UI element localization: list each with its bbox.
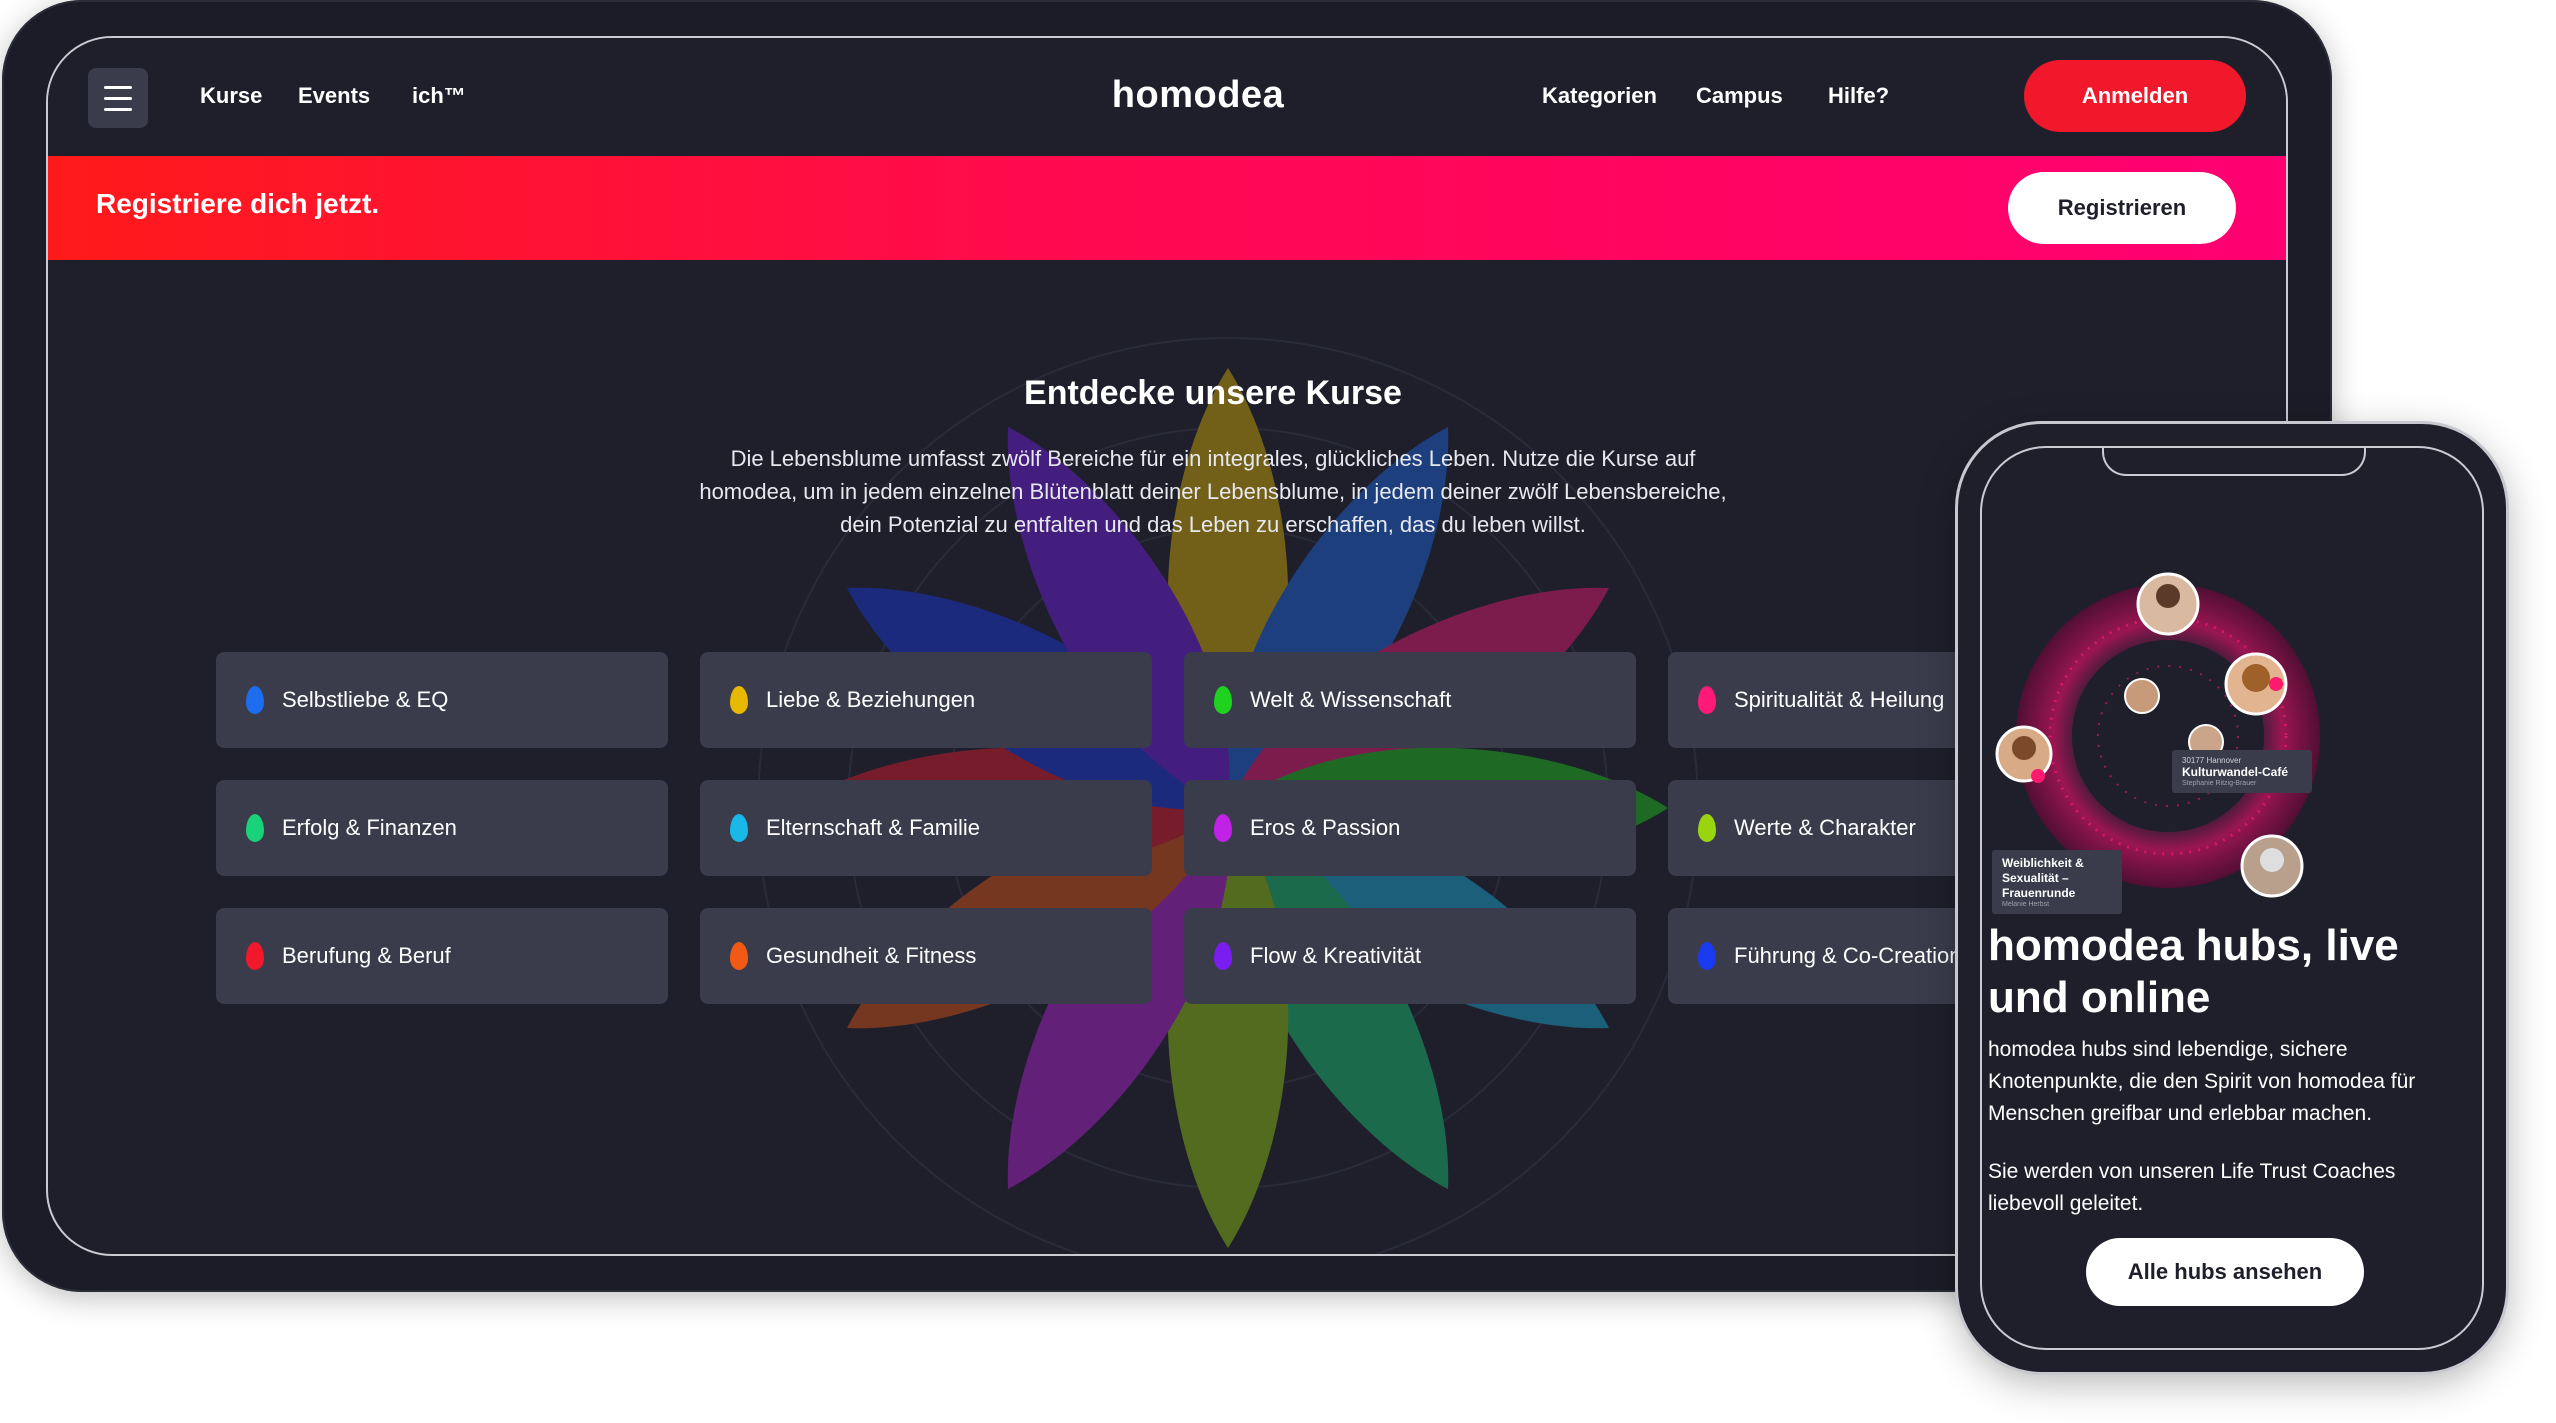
login-button[interactable]: Anmelden [2024,60,2246,132]
leaf-icon [730,814,748,842]
avatar [2240,834,2304,898]
nav-link-kategorien[interactable]: Kategorien [1542,80,1657,112]
all-hubs-button[interactable]: Alle hubs ansehen [2086,1238,2364,1306]
category-label: Führung & Co-Creation [1734,943,1962,968]
hamburger-menu-button[interactable] [88,68,148,128]
leaf-icon [1214,942,1232,970]
nav-link-kurse[interactable]: Kurse [200,80,262,112]
register-button[interactable]: Registrieren [2008,172,2236,244]
courses-description: Die Lebensblume umfasst zwölf Bereiche f… [699,446,1727,537]
category-label: Gesundheit & Fitness [766,943,977,968]
hubs-paragraph-1: homodea hubs sind lebendige, sichere Kno… [1988,1038,2416,1125]
register-banner: Registriere dich jetzt. Registrieren [48,156,2286,260]
leaf-icon [1698,686,1716,714]
category-label: Werte & Charakter [1734,815,1916,840]
phone-frame: 30177 Hannover Kulturwandel-Café Stephan… [1958,424,2506,1372]
category-label: Selbstliebe & EQ [282,687,449,712]
category-label: Eros & Passion [1250,815,1401,840]
category-card[interactable]: Berufung & Beruf [216,908,668,1004]
hubs-paragraph-2: Sie werden von unseren Life Trust Coache… [1988,1160,2396,1215]
category-grid: Selbstliebe & EQ Liebe & Beziehungen Welt … [216,652,2176,1004]
category-label: Flow & Kreativität [1250,943,1422,968]
leaf-icon [246,942,264,970]
brand-logo[interactable]: homodea [1098,74,1298,117]
leaf-icon [730,686,748,714]
leaf-icon [1698,814,1716,842]
top-navigation: Kurse Events ich™ homodea Kategorien Cam… [48,38,2286,156]
category-label: Erfolg & Finanzen [282,815,457,840]
category-label: Liebe & Beziehungen [766,687,976,712]
category-label: Berufung & Beruf [282,943,451,968]
leaf-icon [1214,686,1232,714]
courses-title: Entdecke unsere Kurse [1024,374,1402,412]
category-card[interactable]: Selbstliebe & EQ [216,652,668,748]
hub-tag-kulturwandel[interactable]: 30177 Hannover Kulturwandel-Café Stephan… [2172,750,2312,793]
leaf-icon [246,686,264,714]
avatar [2136,572,2200,636]
menu-icon [104,107,132,111]
nav-link-events[interactable]: Events [298,80,370,112]
leaf-icon [730,942,748,970]
nav-link-hilfe[interactable]: Hilfe? [1828,80,1889,112]
category-card[interactable]: Welt & Wissenschaft [1184,652,1636,748]
leaf-icon [1214,814,1232,842]
tablet-screen: Kurse Events ich™ homodea Kategorien Cam… [46,36,2288,1256]
hub-tag-frauenrunde[interactable]: Weiblichkeit & Sexualität – Frauenrunde … [1992,850,2122,914]
category-card[interactable]: Eros & Passion [1184,780,1636,876]
register-banner-text: Registriere dich jetzt. [96,188,380,219]
category-card[interactable]: Erfolg & Finanzen [216,780,668,876]
phone-notch [2102,448,2366,476]
category-label: Elternschaft & Familie [766,815,980,840]
category-label: Welt & Wissenschaft [1250,687,1452,712]
category-label: Spiritualität & Heilung [1734,687,1945,712]
category-card[interactable]: Gesundheit & Fitness [700,908,1152,1004]
category-card[interactable]: Liebe & Beziehungen [700,652,1152,748]
nav-link-campus[interactable]: Campus [1696,80,1783,112]
leaf-icon [246,814,264,842]
menu-icon [104,85,132,89]
nav-link-ich[interactable]: ich™ [412,80,466,112]
hubs-title: homodea hubs, live und online [1988,921,2399,1022]
leaf-icon [1698,942,1716,970]
menu-icon [104,96,132,100]
phone-screen: 30177 Hannover Kulturwandel-Café Stephan… [1980,446,2484,1350]
avatar [2124,678,2160,714]
category-card[interactable]: Elternschaft & Familie [700,780,1152,876]
category-card[interactable]: Flow & Kreativität [1184,908,1636,1004]
